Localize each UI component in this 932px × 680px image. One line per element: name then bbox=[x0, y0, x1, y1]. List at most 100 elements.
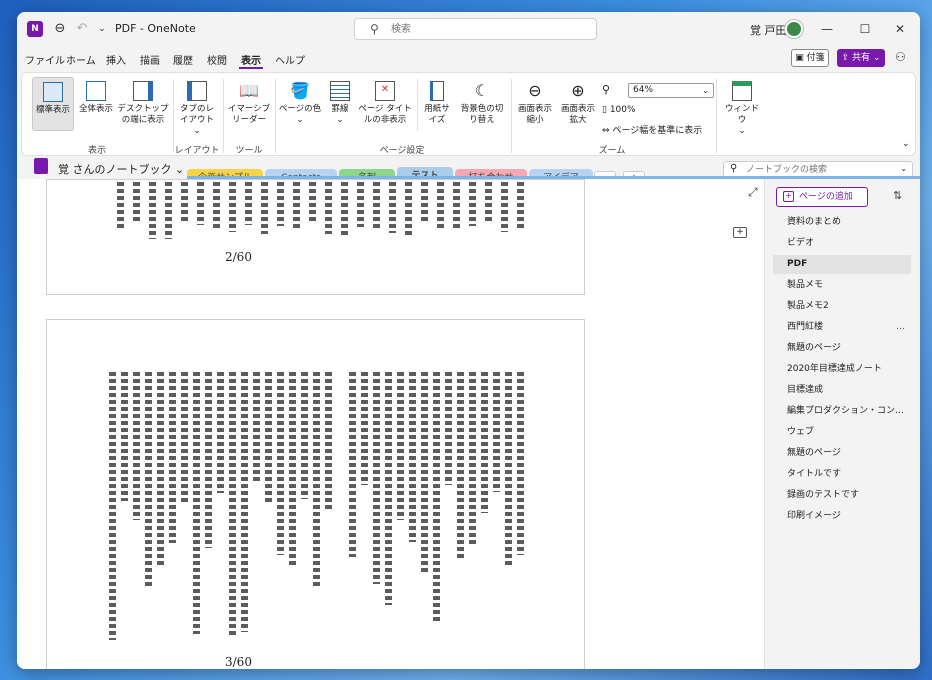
zoom-100-button[interactable]: ▯ 100% bbox=[602, 105, 636, 115]
pdf-text-column bbox=[133, 182, 140, 224]
chevron-down-icon: ⌄ bbox=[900, 164, 907, 173]
ribbon-separator bbox=[417, 79, 418, 131]
pdf-text-column bbox=[433, 372, 440, 621]
pdf-text-column bbox=[469, 372, 476, 547]
background-switch-button[interactable]: ☾ 背景色の切り替え bbox=[457, 77, 507, 133]
add-tag-icon[interactable]: + bbox=[733, 227, 747, 238]
rule-lines-button[interactable]: 罫線 ⌄ bbox=[324, 77, 356, 133]
zoom-select[interactable]: 64% ⌄ bbox=[628, 83, 714, 98]
pdf-text-column bbox=[397, 372, 404, 520]
pdf-text-column bbox=[245, 182, 252, 225]
search-icon: ⚲ bbox=[370, 22, 379, 36]
page-list-item[interactable]: 印刷イメージ bbox=[773, 507, 911, 526]
more-options-icon[interactable]: … bbox=[896, 318, 905, 337]
menu-bar: ファイル ホーム 挿入 描画 履歴 校閲 表示 ヘルプ ▣ 付箋 ⇪ 共有 ⌄ … bbox=[17, 48, 920, 70]
pdf-text-column bbox=[181, 372, 188, 504]
user-name: 覚 戸田 bbox=[750, 24, 787, 37]
pdf-text-column bbox=[517, 372, 524, 555]
menu-review[interactable]: 校閲 bbox=[207, 52, 227, 67]
pdf-text-column bbox=[301, 372, 308, 499]
minimize-button[interactable]: — bbox=[817, 20, 837, 38]
share-button[interactable]: ⇪ 共有 ⌄ bbox=[837, 49, 885, 67]
page-list-item[interactable]: タイトルです bbox=[773, 465, 911, 484]
menu-insert[interactable]: 挿入 bbox=[106, 52, 126, 67]
pdf-text-column bbox=[349, 372, 356, 557]
menu-view[interactable]: 表示 bbox=[241, 52, 261, 67]
page-list-item[interactable]: PDF bbox=[773, 255, 911, 274]
sticky-notes-button[interactable]: ▣ 付箋 bbox=[791, 49, 829, 67]
pdf-text-column bbox=[453, 182, 460, 230]
zoom-out-button[interactable]: ⊖ 画面表示縮小 bbox=[514, 77, 556, 133]
page-list-item[interactable]: 編集プロダクション・コンテンツ… bbox=[773, 402, 911, 421]
menu-file[interactable]: ファイル bbox=[25, 52, 65, 67]
window-button[interactable]: ウィンドウ ⌄ bbox=[722, 77, 762, 136]
tab-layout-button[interactable]: タブのレイアウト ⌄ bbox=[176, 77, 218, 136]
undo-icon[interactable]: ↶ bbox=[73, 20, 91, 38]
zoom-in-button[interactable]: ⊕ 画面表示拡大 bbox=[557, 77, 599, 133]
page-list-item[interactable]: 目標達成 bbox=[773, 381, 911, 400]
normal-view-button[interactable]: 標準表示 bbox=[32, 77, 74, 131]
page-canvas[interactable]: 2/60 3/60 bbox=[17, 179, 764, 669]
chevron-down-icon[interactable]: ⌄ bbox=[93, 20, 111, 38]
page-list-item[interactable]: 資料のまとめ bbox=[773, 213, 911, 232]
search-input[interactable] bbox=[391, 22, 581, 36]
group-label-layout: レイアウト bbox=[174, 146, 220, 156]
fit-page-width-button[interactable]: ⇔ ページ幅を基準に表示 bbox=[602, 123, 702, 136]
page-list-item[interactable]: ウェブ bbox=[773, 423, 911, 442]
page-list-item[interactable]: 録画のテストです bbox=[773, 486, 911, 505]
title-bar: N ⊖ ↶ ⌄ PDF - OneNote ⚲ 覚 戸田 — ☐ ✕ bbox=[17, 12, 920, 46]
pdf-text-column bbox=[505, 372, 512, 567]
menu-home[interactable]: ホーム bbox=[66, 52, 96, 67]
page-list-item[interactable]: ビデオ bbox=[773, 234, 911, 253]
close-button[interactable]: ✕ bbox=[890, 20, 910, 38]
ribbon-collapse-icon[interactable]: ⌄ bbox=[902, 139, 910, 149]
page-list-item[interactable]: 製品メモ bbox=[773, 276, 911, 295]
pdf-text-column bbox=[341, 182, 348, 236]
back-arrow-icon[interactable]: ⊖ bbox=[51, 20, 69, 38]
pdf-text-column bbox=[277, 182, 284, 226]
pdf-text-column bbox=[405, 182, 412, 238]
active-menu-indicator bbox=[239, 67, 263, 69]
tab-layout-icon bbox=[187, 81, 207, 101]
onenote-app-icon: N bbox=[27, 21, 43, 37]
pdf-text-column bbox=[517, 182, 524, 231]
menu-help[interactable]: ヘルプ bbox=[275, 52, 305, 67]
search-box[interactable]: ⚲ bbox=[354, 18, 597, 40]
menu-draw[interactable]: 描画 bbox=[140, 52, 160, 67]
pdf-text-column bbox=[469, 182, 476, 226]
hide-page-title-button[interactable]: ✕ ページ タイトルの非表示 bbox=[357, 77, 413, 133]
book-speaker-icon: 📖 bbox=[239, 81, 259, 100]
chevron-down-icon: ⌄ bbox=[738, 126, 746, 136]
pdf-page-3: 3/60 bbox=[46, 319, 585, 669]
zoom-in-icon: ⊕ bbox=[571, 81, 585, 100]
pdf-text-column bbox=[409, 372, 416, 542]
immersive-reader-button[interactable]: 📖 イマーシブリーダー bbox=[226, 77, 272, 131]
pdf-text-column bbox=[169, 372, 176, 543]
dock-to-desktop-button[interactable]: デスクトップの端に表示 bbox=[117, 77, 169, 131]
pdf-text-column bbox=[193, 372, 200, 634]
page-list-item[interactable]: 2020年目標達成ノート bbox=[773, 360, 911, 379]
add-page-button[interactable]: + ページの追加 bbox=[776, 187, 868, 207]
page-list-item[interactable]: 無題のページ bbox=[773, 339, 911, 358]
page-list-item[interactable]: 製品メモ2 bbox=[773, 297, 911, 316]
full-view-icon bbox=[86, 81, 106, 101]
chevron-down-icon: ⌄ bbox=[336, 115, 344, 125]
avatar[interactable] bbox=[785, 20, 803, 38]
menu-history[interactable]: 履歴 bbox=[173, 52, 193, 67]
sort-icon[interactable]: ⇅ bbox=[893, 189, 902, 202]
page-color-button[interactable]: 🪣 ページの色 ⌄ bbox=[278, 77, 322, 133]
page-list-item[interactable]: 西門紅楼… bbox=[773, 318, 911, 337]
people-icon[interactable]: ⚇ bbox=[895, 50, 906, 64]
pdf-text-column bbox=[165, 182, 172, 239]
expand-icon[interactable]: ⤢ bbox=[748, 185, 758, 200]
notebook-picker[interactable]: 覚 さんのノートブック ⌄ bbox=[34, 158, 184, 177]
page-list-item[interactable]: 無題のページ bbox=[773, 444, 911, 463]
full-view-button[interactable]: 全体表示 bbox=[76, 77, 116, 131]
group-label-tools: ツール bbox=[235, 146, 263, 156]
paper-size-button[interactable]: 用紙サイズ bbox=[421, 77, 453, 133]
maximize-button[interactable]: ☐ bbox=[855, 20, 875, 38]
ribbon-separator bbox=[511, 79, 512, 153]
notebook-search-input[interactable] bbox=[746, 164, 896, 176]
pdf-text-column bbox=[253, 372, 260, 481]
chevron-down-icon: ⌄ bbox=[193, 126, 201, 136]
